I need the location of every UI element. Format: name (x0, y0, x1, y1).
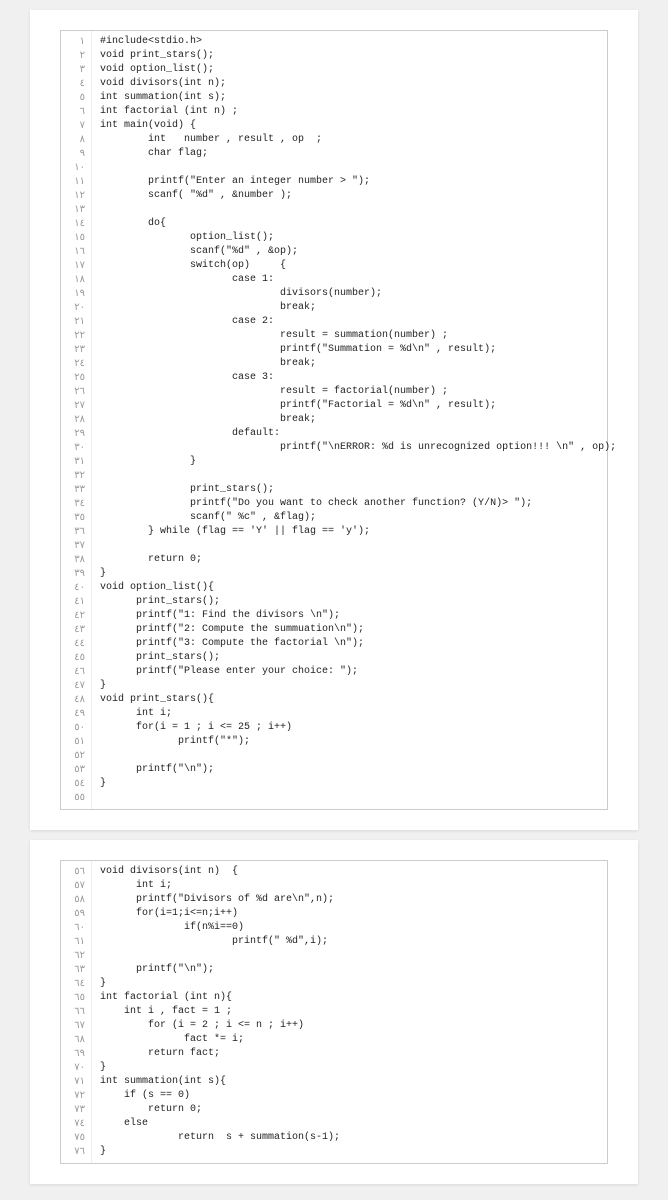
line-numbers-2: ٥٦ ٥٧ ٥٨ ٥٩ ٦٠ ٦١ ٦٢ ٦٣ ٦٤ ٦٥ ٦٦ ٦٧ ٦٨ ٦… (61, 861, 92, 1163)
code-block-2: ٥٦ ٥٧ ٥٨ ٥٩ ٦٠ ٦١ ٦٢ ٦٣ ٦٤ ٦٥ ٦٦ ٦٧ ٦٨ ٦… (60, 860, 608, 1164)
code-content-1: #include<stdio.h> void print_stars(); vo… (92, 31, 624, 809)
code-content-2: void divisors(int n) { int i; printf("Di… (92, 861, 607, 1163)
code-block-1: ١ ٢ ٣ ٤ ٥ ٦ ٧ ٨ ٩ ١٠ ١١ ١٢ ١٣ ١٤ ١٥ ١٦ ١… (60, 30, 608, 810)
page-2: ٥٦ ٥٧ ٥٨ ٥٩ ٦٠ ٦١ ٦٢ ٦٣ ٦٤ ٦٥ ٦٦ ٦٧ ٦٨ ٦… (30, 840, 638, 1184)
page-1: ١ ٢ ٣ ٤ ٥ ٦ ٧ ٨ ٩ ١٠ ١١ ١٢ ١٣ ١٤ ١٥ ١٦ ١… (30, 10, 638, 830)
line-numbers-1: ١ ٢ ٣ ٤ ٥ ٦ ٧ ٨ ٩ ١٠ ١١ ١٢ ١٣ ١٤ ١٥ ١٦ ١… (61, 31, 92, 809)
